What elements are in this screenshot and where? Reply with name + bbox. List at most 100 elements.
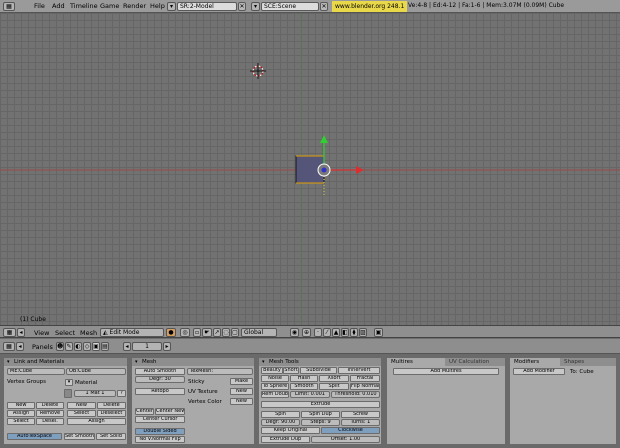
3d-viewport[interactable]: (1) Cube xyxy=(0,13,620,325)
keep-original-toggle[interactable]: Keep Original xyxy=(261,427,320,434)
menu-mesh[interactable]: Mesh xyxy=(80,329,97,337)
noise-button[interactable]: Noise xyxy=(261,375,289,382)
panels-menu[interactable]: Panels xyxy=(32,343,53,351)
screen-delete-button[interactable]: ✕ xyxy=(238,2,246,11)
menu-file[interactable]: File xyxy=(34,2,45,10)
spin-degr-field[interactable]: Degr: 90.00 xyxy=(261,419,300,426)
menu-help[interactable]: Help xyxy=(150,2,165,10)
auto-smooth-toggle[interactable]: Auto Smooth xyxy=(135,368,185,375)
translate-icon[interactable]: ↗ xyxy=(213,328,221,337)
screw-button[interactable]: Screw xyxy=(341,411,380,418)
flip-normals-button[interactable]: Flip Normals xyxy=(350,383,380,390)
screw-turns-field[interactable]: Turns: 1 xyxy=(341,419,380,426)
center-cursor-button[interactable]: Center Cursor xyxy=(135,416,185,423)
auto-smooth-degr-field[interactable]: Degr: 30 xyxy=(135,376,185,383)
vertex-color-new-button[interactable]: New xyxy=(230,398,253,405)
mesh-tools-title[interactable]: Mesh Tools xyxy=(259,358,381,366)
header-collapse-icon[interactable]: ◂ xyxy=(17,328,25,337)
short-toggle[interactable]: Short xyxy=(283,367,299,374)
to-sphere-button[interactable]: To Sphere xyxy=(261,383,289,390)
material-assign-button[interactable]: Assign xyxy=(67,418,126,425)
set-smooth-button[interactable]: Set Smooth xyxy=(64,433,95,440)
frame-field[interactable]: 1 xyxy=(132,342,162,351)
center-new-button[interactable]: Center New xyxy=(155,408,185,415)
smooth-button[interactable]: Smooth xyxy=(290,383,318,390)
threshold-field[interactable]: Threshold: 0.010 xyxy=(331,391,380,398)
tab-multires[interactable]: Multires xyxy=(387,358,445,366)
retopo-toggle[interactable]: Retopo xyxy=(135,388,185,395)
vgroup-assign-button[interactable]: Assign xyxy=(7,410,35,417)
pivot-icon[interactable]: ◎ xyxy=(180,328,190,337)
extrude-dup-button[interactable]: Extrude Dup xyxy=(261,436,310,443)
menu-add[interactable]: Add xyxy=(52,2,65,10)
mesh-name-field[interactable]: ME:Cube xyxy=(7,368,65,375)
proportional-icon[interactable]: ◉ xyxy=(290,328,299,337)
editing-icon[interactable]: ▣ xyxy=(92,342,100,351)
innervert-select[interactable]: Innervert xyxy=(338,367,380,374)
menu-select[interactable]: Select xyxy=(55,329,75,337)
spin-dup-button[interactable]: Spin Dup xyxy=(301,411,340,418)
sticky-make-button[interactable]: Make xyxy=(230,378,253,385)
object-name-field[interactable]: OB:Cube xyxy=(66,368,126,375)
limit-field[interactable]: Limit: 0.001 xyxy=(290,391,330,398)
texmesh-field[interactable]: TexMesh: xyxy=(187,368,253,375)
split-button[interactable]: Split xyxy=(319,383,349,390)
draw-type-icon[interactable]: ● xyxy=(166,328,176,337)
occlude-icon[interactable]: ◧ xyxy=(341,328,349,337)
material-deselect-button[interactable]: Deselect xyxy=(97,410,126,417)
mirror-icon[interactable]: ⧫ xyxy=(350,328,358,337)
material-menu-icon[interactable]: ▾ xyxy=(65,379,73,386)
xsort-button[interactable]: Xsort xyxy=(319,375,349,382)
scene-browse-button[interactable]: ▾ xyxy=(251,2,260,11)
vgroup-new-button[interactable]: New xyxy=(7,402,35,409)
material-select-button[interactable]: Select xyxy=(67,410,96,417)
menu-view[interactable]: View xyxy=(34,329,49,337)
rem-double-button[interactable]: Rem Double xyxy=(261,391,289,398)
edge-select-icon[interactable]: ⁄ xyxy=(323,328,331,337)
menu-game[interactable]: Game xyxy=(100,2,119,10)
material-new-button[interactable]: New xyxy=(67,402,96,409)
tab-shapes[interactable]: Shapes xyxy=(560,358,616,366)
clockwise-toggle[interactable]: Clockwise xyxy=(321,427,380,434)
hash-button[interactable]: Hash xyxy=(290,375,318,382)
tab-uv-calculation[interactable]: UV Calculation xyxy=(445,358,505,366)
material-index-field[interactable]: 1 Mat 1 xyxy=(74,390,116,397)
link-materials-title[interactable]: Link and Materials xyxy=(4,358,127,366)
render-icon[interactable]: ▣ xyxy=(374,328,383,337)
material-help-button[interactable]: ? xyxy=(117,390,126,397)
fractal-button[interactable]: Fractal xyxy=(350,375,380,382)
viewport-canvas[interactable] xyxy=(0,13,620,325)
autotexspace-toggle[interactable]: AutoTexSpace xyxy=(7,433,62,440)
uv-texture-new-button[interactable]: New xyxy=(230,388,253,395)
script-icon[interactable]: ✎ xyxy=(65,342,73,351)
menu-render[interactable]: Render xyxy=(123,2,146,10)
double-sided-toggle[interactable]: Double Sided xyxy=(135,428,185,435)
vgroup-select-button[interactable]: Select xyxy=(7,418,35,425)
vertex-select-icon[interactable]: · xyxy=(314,328,322,337)
scene-name-field[interactable]: SCE:Scene xyxy=(261,2,319,11)
view-type-icon[interactable]: ▦ xyxy=(3,328,16,337)
menu-timeline[interactable]: Timeline xyxy=(70,2,98,10)
extrude-button[interactable]: Extrude xyxy=(261,401,380,408)
vgroup-remove-button[interactable]: Remove xyxy=(36,410,64,417)
scale-icon[interactable]: ▢ xyxy=(231,328,239,337)
screen-name-field[interactable]: SR:2-Model xyxy=(177,2,237,11)
center-button[interactable]: Center xyxy=(135,408,154,415)
face-select-icon[interactable]: ▲ xyxy=(332,328,340,337)
spin-steps-field[interactable]: Steps: 9 xyxy=(301,419,340,426)
frame-next-icon[interactable]: ▸ xyxy=(163,342,171,351)
layer-icon[interactable]: ▫ xyxy=(193,328,201,337)
spin-button[interactable]: Spin xyxy=(261,411,300,418)
tab-modifiers[interactable]: Modifiers xyxy=(510,358,560,366)
mesh-panel-title[interactable]: Mesh xyxy=(132,358,254,366)
add-modifier-button[interactable]: Add Modifier xyxy=(513,368,565,375)
buttons-collapse-icon[interactable]: ◂ xyxy=(16,342,24,351)
screen-browse-button[interactable]: ▾ xyxy=(167,2,176,11)
logic-icon[interactable]: ☻ xyxy=(56,342,64,351)
rotate-icon[interactable]: ◌ xyxy=(222,328,230,337)
mode-select[interactable]: ◭ Edit Mode xyxy=(100,328,164,337)
scene-icon[interactable]: ▤ xyxy=(101,342,109,351)
vgroup-deselect-button[interactable]: Desel. xyxy=(36,418,64,425)
extrude-offset-field[interactable]: Offset: 1.00 xyxy=(311,436,380,443)
window-type-icon[interactable]: ▦ xyxy=(3,2,15,11)
